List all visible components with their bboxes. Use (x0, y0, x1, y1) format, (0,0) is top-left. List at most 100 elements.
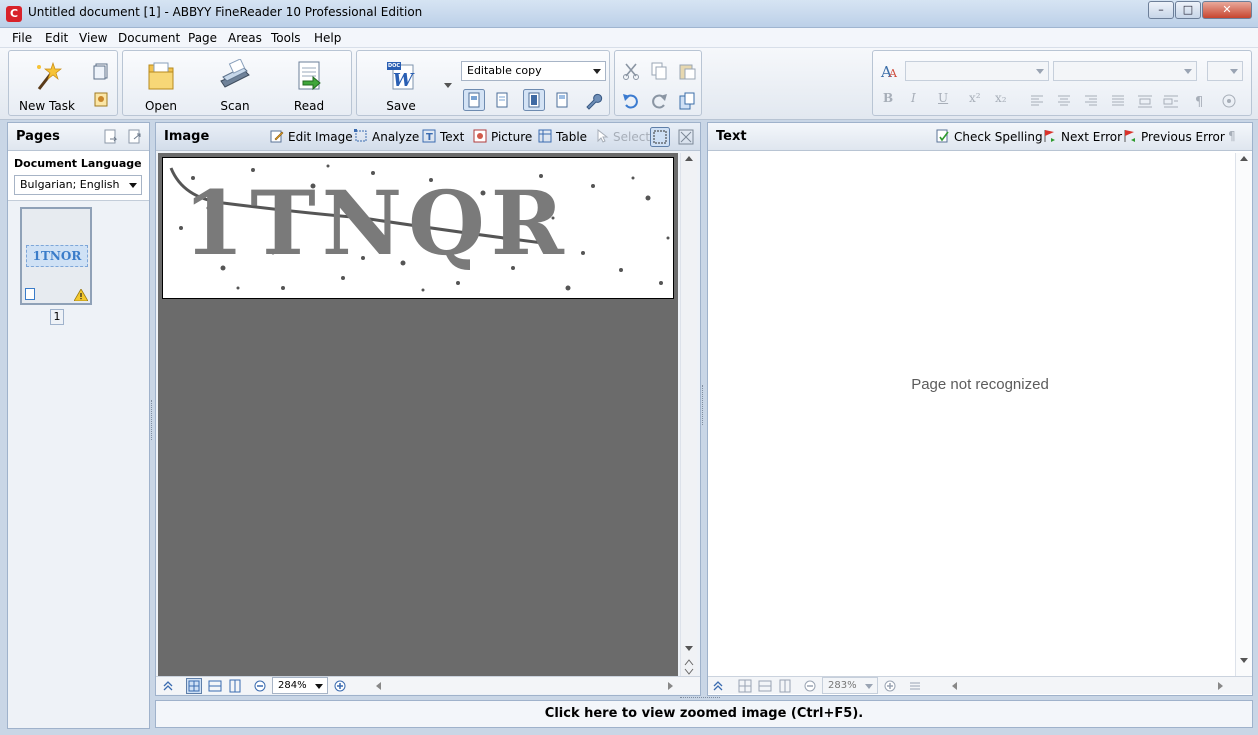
image-canvas[interactable]: 1TNQR (158, 153, 678, 676)
align-left-icon[interactable] (1027, 91, 1047, 111)
show-formatting-button[interactable]: ¶ (1228, 129, 1236, 143)
text-color-icon[interactable] (1219, 91, 1239, 111)
zoom-image-bar[interactable]: Click here to view zoomed image (Ctrl+F5… (155, 700, 1253, 728)
pilcrow-format-icon[interactable]: ¶ (1191, 91, 1211, 111)
scroll-left-icon[interactable] (376, 682, 381, 690)
text-zoom-select[interactable]: 283% (822, 677, 878, 694)
collapse-up-icon[interactable] (712, 680, 724, 692)
previous-error-button[interactable]: Previous Error (1123, 129, 1225, 144)
check-spelling-button[interactable]: Check Spelling (936, 129, 1043, 144)
align-right-icon[interactable] (1081, 91, 1101, 111)
folder-open-icon (148, 62, 174, 90)
subscript-button[interactable]: x₂ (995, 91, 1007, 105)
select-area-icon[interactable] (650, 127, 670, 147)
export-page-icon[interactable] (126, 128, 144, 146)
delete-area-icon[interactable] (676, 127, 696, 147)
zoom-in-icon[interactable] (334, 680, 346, 692)
copy-icon[interactable] (649, 61, 669, 81)
text-vertical-scrollbar[interactable] (1235, 153, 1252, 676)
scroll-up-icon[interactable] (1240, 156, 1248, 161)
scroll-up-icon[interactable] (685, 156, 693, 161)
redo-icon[interactable] (649, 91, 669, 111)
save-dropdown-arrow[interactable] (444, 83, 452, 88)
menu-document[interactable]: Document (118, 31, 180, 45)
undo-icon[interactable] (621, 91, 641, 111)
justify-icon[interactable] (1108, 91, 1128, 111)
fit-page-icon[interactable] (738, 679, 752, 693)
maximize-button[interactable]: □ (1175, 1, 1201, 19)
scroll-left-icon[interactable] (952, 682, 957, 690)
fit-page-icon[interactable] (186, 678, 202, 694)
menu-edit[interactable]: Edit (45, 31, 68, 45)
page-image-view-icon[interactable] (523, 89, 545, 111)
save-button[interactable]: W DOC Save (371, 55, 431, 113)
close-button[interactable]: ✕ (1202, 1, 1252, 19)
insert-page-icon[interactable] (102, 128, 120, 146)
open-button[interactable]: Open (131, 55, 191, 113)
save-mode-select[interactable]: Editable copy (461, 61, 606, 81)
page-down-icon[interactable] (684, 668, 694, 676)
font-size-select[interactable] (1207, 61, 1243, 81)
wrench-icon[interactable] (583, 91, 603, 111)
left-splitter[interactable] (151, 400, 154, 440)
select-tool[interactable]: Select (595, 129, 650, 144)
page-layout-icon[interactable] (463, 89, 485, 111)
center-splitter[interactable] (702, 385, 705, 425)
edit-image-tool[interactable]: Edit Image (270, 129, 353, 144)
text-area-tool[interactable]: T Text (422, 129, 464, 144)
page-thumbnail[interactable]: 1TNOR (20, 207, 92, 305)
scroll-down-icon[interactable] (685, 646, 693, 651)
text-style-icon[interactable]: A A (879, 61, 899, 81)
menu-page[interactable]: Page (188, 31, 217, 45)
decrease-indent-icon[interactable] (1135, 91, 1155, 111)
settings-document-icon[interactable] (91, 89, 111, 109)
menu-help[interactable]: Help (314, 31, 341, 45)
menu-tools[interactable]: Tools (271, 31, 301, 45)
text-options-icon[interactable] (908, 679, 922, 693)
scroll-right-icon[interactable] (1218, 682, 1223, 690)
zoom-out-icon[interactable] (804, 680, 816, 692)
scroll-right-icon[interactable] (668, 682, 673, 690)
doc-language-select[interactable]: Bulgarian; English (14, 175, 142, 195)
minimize-button[interactable]: – (1148, 1, 1174, 19)
analyze-tool[interactable]: Analyze (354, 129, 419, 144)
image-zoom-select[interactable]: 284% (272, 677, 328, 694)
cut-icon[interactable] (621, 61, 641, 81)
next-error-button[interactable]: Next Error (1043, 129, 1122, 144)
increase-indent-icon[interactable] (1161, 91, 1181, 111)
scroll-down-icon[interactable] (1240, 658, 1248, 663)
style-select[interactable] (905, 61, 1049, 81)
menu-view[interactable]: View (79, 31, 107, 45)
italic-button[interactable]: I (911, 91, 916, 105)
single-page-icon[interactable] (491, 89, 513, 111)
superscript-button[interactable]: x² (969, 91, 981, 105)
new-task-button[interactable]: New Task (17, 55, 77, 113)
menu-areas[interactable]: Areas (228, 31, 262, 45)
scanned-image: 1TNQR (162, 157, 674, 299)
fit-width-icon[interactable] (208, 679, 222, 693)
table-area-tool[interactable]: Table (538, 129, 587, 144)
zoom-in-icon[interactable] (884, 680, 896, 692)
read-button[interactable]: Read (279, 55, 339, 113)
fit-width-icon[interactable] (758, 679, 772, 693)
fit-height-icon[interactable] (778, 679, 792, 693)
document-icon[interactable] (91, 61, 111, 81)
bottom-splitter[interactable] (680, 697, 720, 699)
scan-button[interactable]: Scan (205, 55, 265, 113)
page-checkbox[interactable] (25, 288, 35, 300)
fit-height-icon[interactable] (228, 679, 242, 693)
picture-area-tool[interactable]: Picture (473, 129, 532, 144)
app-icon[interactable]: C (6, 6, 22, 22)
collapse-up-icon[interactable] (162, 680, 174, 692)
menu-file[interactable]: File (12, 31, 32, 45)
zoom-out-icon[interactable] (254, 680, 266, 692)
page-up-icon[interactable] (684, 658, 694, 666)
page-swap-icon[interactable] (677, 91, 697, 111)
font-select[interactable] (1053, 61, 1197, 81)
bold-button[interactable]: B (883, 91, 893, 105)
paste-icon[interactable] (677, 61, 697, 81)
image-vertical-scrollbar[interactable] (680, 153, 697, 676)
page-text-view-icon[interactable] (551, 89, 573, 111)
align-center-icon[interactable] (1054, 91, 1074, 111)
underline-button[interactable]: U (938, 91, 948, 105)
